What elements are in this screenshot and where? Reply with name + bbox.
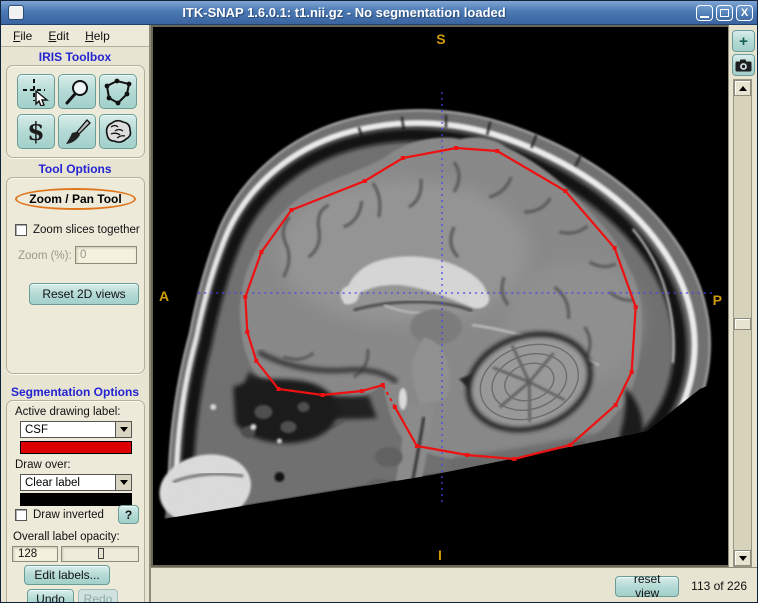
menu-help[interactable]: Help bbox=[85, 29, 110, 43]
screenshot-button[interactable] bbox=[732, 54, 755, 76]
slice-scrollbar[interactable] bbox=[733, 79, 752, 567]
opacity-input[interactable]: 128 bbox=[12, 546, 58, 562]
scroll-down-arrow[interactable] bbox=[734, 550, 751, 566]
paintbrush-tool-button[interactable] bbox=[58, 114, 96, 149]
opacity-caption: Overall label opacity: bbox=[13, 531, 120, 543]
iris-toolbox-header: IRIS Toolbox bbox=[1, 50, 149, 64]
opacity-slider[interactable] bbox=[61, 546, 139, 562]
expand-view-button[interactable]: + bbox=[732, 30, 755, 52]
close-icon[interactable]: X bbox=[736, 5, 753, 21]
tool-options-header: Tool Options bbox=[1, 162, 149, 176]
menu-file[interactable]: File bbox=[13, 29, 32, 43]
draw-over-caption: Draw over: bbox=[15, 459, 71, 471]
menu-edit[interactable]: Edit bbox=[48, 29, 69, 43]
polygon-icon bbox=[103, 78, 133, 106]
paintbrush-icon bbox=[63, 118, 91, 146]
undo-button[interactable]: Undo bbox=[27, 589, 74, 603]
draw-over-color-swatch bbox=[20, 493, 132, 506]
zoom-together-label: Zoom slices together bbox=[33, 224, 140, 236]
title-bar: ITK-SNAP 1.6.0.1: t1.nii.gz - No segment… bbox=[1, 1, 757, 25]
minimize-button[interactable] bbox=[696, 5, 713, 21]
brain-icon bbox=[103, 118, 133, 146]
sagittal-view-canvas[interactable]: S I A P bbox=[151, 25, 728, 567]
edit-labels-button[interactable]: Edit labels... bbox=[24, 565, 110, 585]
chevron-down-icon[interactable] bbox=[115, 475, 131, 490]
scroll-up-arrow[interactable] bbox=[734, 80, 751, 96]
reset-view-button[interactable]: reset view bbox=[615, 576, 679, 597]
segmentation-options-header: Segmentation Options bbox=[1, 385, 149, 399]
draw-inverted-checkbox[interactable] bbox=[15, 509, 27, 521]
itk-snap-window: ITK-SNAP 1.6.0.1: t1.nii.gz - No segment… bbox=[0, 0, 758, 603]
crosshair-icon bbox=[21, 78, 51, 106]
camera-icon bbox=[735, 59, 752, 72]
status-bar: reset view 113 of 226 bbox=[151, 567, 758, 603]
polygon-tool-button[interactable] bbox=[99, 74, 137, 109]
zoom-tool-button[interactable] bbox=[58, 74, 96, 109]
opacity-slider-thumb[interactable] bbox=[98, 548, 104, 559]
brain-tool-button[interactable] bbox=[99, 114, 137, 149]
help-button[interactable]: ? bbox=[118, 505, 139, 524]
zoom-percent-label: Zoom (%): bbox=[18, 250, 72, 262]
zoom-together-checkbox[interactable] bbox=[15, 224, 27, 236]
maximize-button[interactable] bbox=[716, 5, 733, 21]
orientation-label-posterior: P bbox=[713, 292, 722, 308]
window-title: ITK-SNAP 1.6.0.1: t1.nii.gz - No segment… bbox=[1, 5, 687, 20]
active-label-combobox[interactable]: CSF bbox=[20, 421, 132, 438]
draw-over-combobox[interactable]: Clear label bbox=[20, 474, 132, 491]
active-label-color-swatch bbox=[20, 441, 132, 454]
slice-counter: 113 of 226 bbox=[691, 579, 747, 593]
view-toolbar: + bbox=[728, 25, 757, 567]
chevron-down-icon[interactable] bbox=[115, 422, 131, 437]
slice-scrollbar-thumb[interactable] bbox=[734, 318, 751, 330]
snake-dollar-icon: $ bbox=[27, 119, 44, 144]
mri-sagittal-image[interactable]: S I A P bbox=[153, 27, 728, 565]
reset-2d-views-button[interactable]: Reset 2D views bbox=[29, 283, 139, 305]
orientation-label-superior: S bbox=[436, 31, 445, 47]
crosshair-tool-button[interactable] bbox=[17, 74, 55, 109]
orientation-label-anterior: A bbox=[159, 288, 169, 304]
control-panel: File Edit Help IRIS Toolbox bbox=[1, 25, 151, 603]
active-tool-indicator: Zoom / Pan Tool bbox=[15, 188, 136, 210]
magnifier-icon bbox=[63, 78, 91, 106]
redo-button[interactable]: Redo bbox=[78, 589, 118, 603]
active-label-caption: Active drawing label: bbox=[15, 406, 120, 418]
zoom-percent-input[interactable]: 0 bbox=[75, 246, 137, 264]
snake-tool-button[interactable]: $ bbox=[17, 114, 55, 149]
menu-bar: File Edit Help bbox=[1, 25, 149, 47]
orientation-label-inferior: I bbox=[438, 547, 442, 563]
draw-inverted-label: Draw inverted bbox=[33, 509, 104, 521]
